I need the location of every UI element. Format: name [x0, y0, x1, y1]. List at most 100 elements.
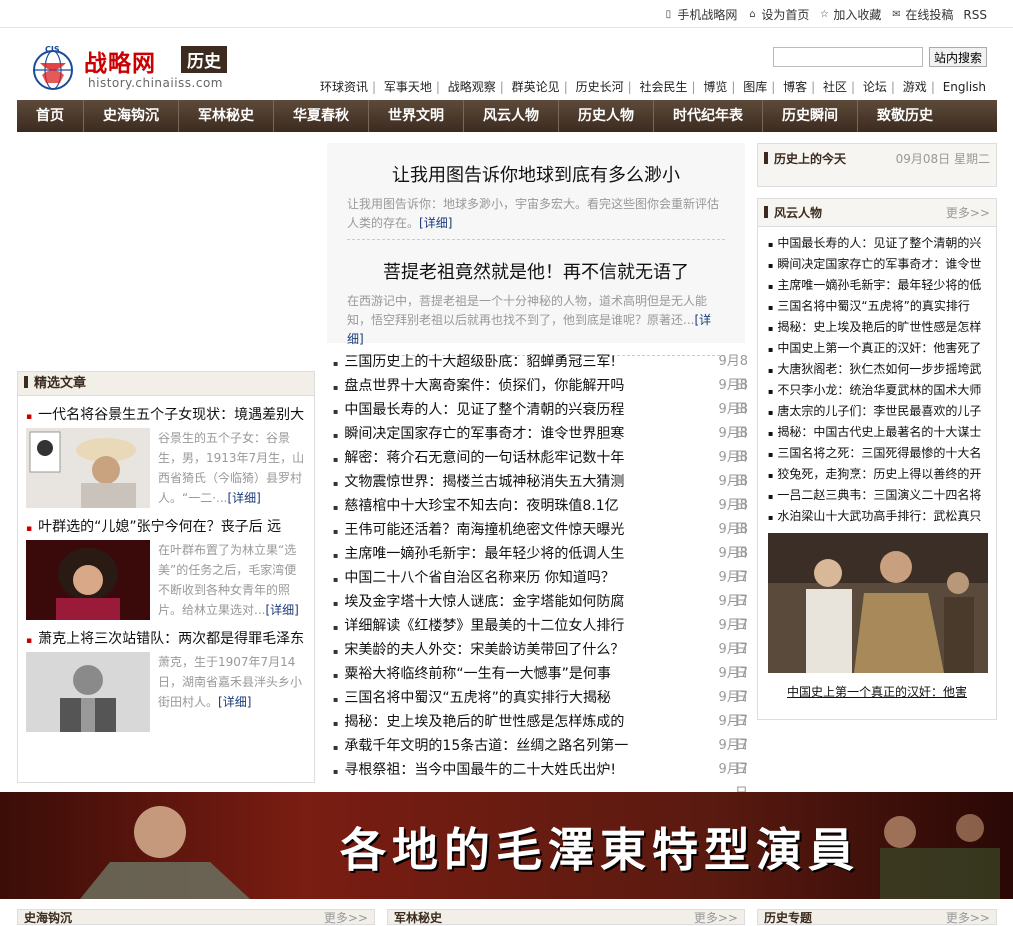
list-item[interactable]: 揭秘：史上埃及艳后的旷世性感是怎样 [768, 317, 990, 338]
nav-item[interactable]: 时代纪年表 [654, 100, 763, 132]
bottom-section-heads: 史海钩沉 更多>> 军林秘史 更多>> 历史专题 更多>> [0, 905, 1013, 925]
list-item[interactable]: 大唐狄阁老：狄仁杰如何一步步摇垮武 [768, 359, 990, 380]
channel-link[interactable]: 社会民生 [639, 80, 687, 94]
more-link[interactable]: 更多>> [946, 910, 990, 926]
list-item[interactable]: 中国二十八个省自治区名称来历 你知道吗？9月7日 [333, 566, 748, 609]
list-item[interactable]: 宋美龄的夫人外交：宋美龄访美带回了什么？9月7日 [333, 638, 748, 681]
section-heading: 史海钩沉 更多>> [17, 909, 375, 925]
channel-link[interactable]: 论坛 [863, 80, 887, 94]
list-item[interactable]: 主席唯一嫡孙毛新宇：最年轻少将的低 [768, 275, 990, 296]
featured-photo[interactable] [768, 533, 988, 673]
list-item[interactable]: 中国最长寿的人：见证了整个清朝的兴 [768, 233, 990, 254]
featured-article: 让我用图告诉你地球到底有多么渺小 让我用图告诉你：地球多渺小，宇宙多宏大。看完这… [327, 161, 745, 240]
promo-banner[interactable]: 各地的毛澤東特型演員 [0, 792, 1013, 899]
set-homepage-link[interactable]: ⌂ 设为首页 [747, 6, 809, 23]
channel-link[interactable]: 社区 [823, 80, 847, 94]
more-link[interactable]: 更多>> [946, 204, 990, 221]
more-link[interactable]: 更多>> [694, 910, 738, 926]
mobile-link[interactable]: ▯ 手机战略网 [663, 6, 738, 23]
channel-link[interactable]: 博览 [703, 80, 727, 94]
list-item[interactable]: 三国名将中蜀汉“五虎将”的真实排行 [768, 296, 990, 317]
list-item[interactable]: 中国最长寿的人：见证了整个清朝的兴衰历程9月8日 [333, 398, 748, 441]
channel-nav: 环球资讯 | 军事天地 | 战略观察 | 群英论见 | 历史长河 | 社会民生 | 博览 | … [320, 78, 986, 95]
list-item[interactable]: 承载千年文明的15条古道：丝绸之路名列第一9月7日 [333, 734, 748, 777]
list-item[interactable]: 不只李小龙：统治华夏武林的国术大师 [768, 380, 990, 401]
list-item[interactable]: 盘点世界十大离奇案件：侦探们，你能解开吗9月8日 [333, 374, 748, 417]
nav-item[interactable]: 华夏春秋 [274, 100, 369, 132]
list-item[interactable]: 主席唯一嫡孙毛新宇：最年轻少将的低调人生9月8日 [333, 542, 748, 585]
list-item[interactable]: 粟裕大将临终前称“一生有一大憾事”是何事9月7日 [333, 662, 748, 705]
featured-title[interactable]: 让我用图告诉你地球到底有多么渺小 [347, 161, 725, 187]
search-button[interactable]: 站内搜索 [929, 47, 988, 67]
channel-link[interactable]: 军事天地 [384, 80, 432, 94]
list-item[interactable]: 三国名将之死：三国死得最惨的十大名 [768, 443, 990, 464]
channel-link[interactable]: 群英论见 [512, 80, 560, 94]
list-item[interactable]: 狡兔死，走狗烹：历史上得以善终的开 [768, 464, 990, 485]
figures-list: 中国最长寿的人：见证了整个清朝的兴 瞬间决定国家存亡的军事奇才：谁令世 主席唯一… [758, 227, 996, 527]
list-item[interactable]: 慈禧棺中十大珍宝不知去向：夜明珠值8.1亿9月8日 [333, 494, 748, 537]
article-photo[interactable] [26, 428, 150, 508]
article-title[interactable]: 萧克上将三次站错队：两次都是得罪毛泽东 [26, 626, 306, 652]
article-title[interactable]: 一代名将谷景生五个子女现状：境遇差别大 [26, 402, 306, 428]
channel-link[interactable]: English [943, 80, 986, 94]
separator: | [930, 80, 935, 94]
more-link[interactable]: 更多>> [324, 910, 368, 926]
separator: | [563, 80, 568, 94]
nav-item[interactable]: 世界文明 [369, 100, 464, 132]
list-item[interactable]: 详细解读《红楼梦》里最美的十二位女人排行9月7日 [333, 614, 748, 657]
detail-link[interactable]: [详细] [419, 216, 452, 230]
channel-link[interactable]: 环球资讯 [320, 80, 368, 94]
divider [347, 239, 725, 240]
separator: | [499, 80, 504, 94]
article-item: 萧克上将三次站错队：两次都是得罪毛泽东 萧克，生于1907年7月14日，湖南省嘉… [18, 626, 314, 732]
add-favorite-link[interactable]: ☆ 加入收藏 [819, 6, 882, 23]
article-title[interactable]: 叶群选的“儿媳”张宁今何在？丧子后 远 [26, 514, 306, 540]
list-item[interactable]: 水泊梁山十大武功高手排行：武松真只 [768, 506, 990, 527]
rss-link[interactable]: RSS [963, 6, 987, 23]
nav-item[interactable]: 历史瞬间 [763, 100, 858, 132]
list-item[interactable]: 揭秘：中国古代史上最著名的十大谋士 [768, 422, 990, 443]
channel-link[interactable]: 图库 [743, 80, 767, 94]
list-item[interactable]: 王伟可能还活着？南海撞机绝密文件惊天曝光9月8日 [333, 518, 748, 561]
nav-item[interactable]: 史海钩沉 [84, 100, 179, 132]
site-logo[interactable]: CIS 战略网 历史 history.chinaiiss.com [26, 40, 236, 92]
logo-url: history.chinaiiss.com [88, 76, 223, 90]
list-item[interactable]: 三国历史上的十大超级卧底：貂蝉勇冠三军!9月8日 [333, 350, 748, 393]
nav-item[interactable]: 致敬历史 [858, 100, 952, 132]
list-item[interactable]: 一吕二赵三典韦：三国演义二十四名将 [768, 485, 990, 506]
list-item[interactable]: 埃及金字塔十大惊人谜底：金字塔能如何防腐9月7日 [333, 590, 748, 633]
list-item[interactable]: 文物震惊世界：揭楼兰古城神秘消失五大猜测9月8日 [333, 470, 748, 513]
featured-title[interactable]: 菩提老祖竟然就是他！再不信就无语了 [347, 258, 725, 284]
nav-item[interactable]: 历史人物 [559, 100, 654, 132]
article-photo[interactable] [26, 652, 150, 732]
list-item[interactable]: 三国名将中蜀汉“五虎将”的真实排行大揭秘9月7日 [333, 686, 748, 729]
channel-link[interactable]: 游戏 [903, 80, 927, 94]
search-input[interactable] [773, 47, 923, 67]
portrait-image [26, 652, 150, 732]
article-photo[interactable] [26, 540, 150, 620]
article-item: 一代名将谷景生五个子女现状：境遇差别大 谷景生的五个子女：谷景生，男，1913年… [18, 402, 314, 508]
nav-item[interactable]: 风云人物 [464, 100, 559, 132]
channel-link[interactable]: 博客 [783, 80, 807, 94]
nav-item[interactable]: 军林秘史 [179, 100, 274, 132]
detail-link[interactable]: [详细] [227, 491, 260, 505]
list-item[interactable]: 唐太宗的儿子们：李世民最喜欢的儿子 [768, 401, 990, 422]
photo-caption[interactable]: 中国史上第一个真正的汉奸：他害 [758, 683, 996, 700]
list-item[interactable]: 瞬间决定国家存亡的军事奇才：谁令世 [768, 254, 990, 275]
logo-main-text: 战略网 [84, 50, 156, 77]
box-heading[interactable]: 历史上的今天 [764, 150, 846, 167]
list-item[interactable]: 寻根祭祖：当今中国最牛的二十大姓氏出炉!9月7日 [333, 758, 748, 801]
selected-articles-box: 精选文章 一代名将谷景生五个子女现状：境遇差别大 谷景生的五个子女：谷景生，男，… [17, 371, 315, 783]
nav-home[interactable]: 首页 [17, 100, 84, 132]
detail-link[interactable]: [详细] [218, 695, 251, 709]
mail-icon: ✉ [892, 8, 901, 20]
list-item[interactable]: 揭秘：史上埃及艳后的旷世性感是怎样炼成的9月7日 [333, 710, 748, 753]
separator: | [691, 80, 696, 94]
list-item[interactable]: 中国史上第一个真正的汉奸：他害死了 [768, 338, 990, 359]
channel-link[interactable]: 历史长河 [576, 80, 624, 94]
list-item[interactable]: 瞬间决定国家存亡的军事奇才：谁令世界胆寒9月8日 [333, 422, 748, 465]
list-item[interactable]: 解密：蒋介石无意间的一句话林彪牢记数十年9月8日 [333, 446, 748, 489]
submit-link[interactable]: ✉ 在线投稿 [891, 6, 953, 23]
channel-link[interactable]: 战略观察 [448, 80, 496, 94]
detail-link[interactable]: [详细] [265, 603, 298, 617]
